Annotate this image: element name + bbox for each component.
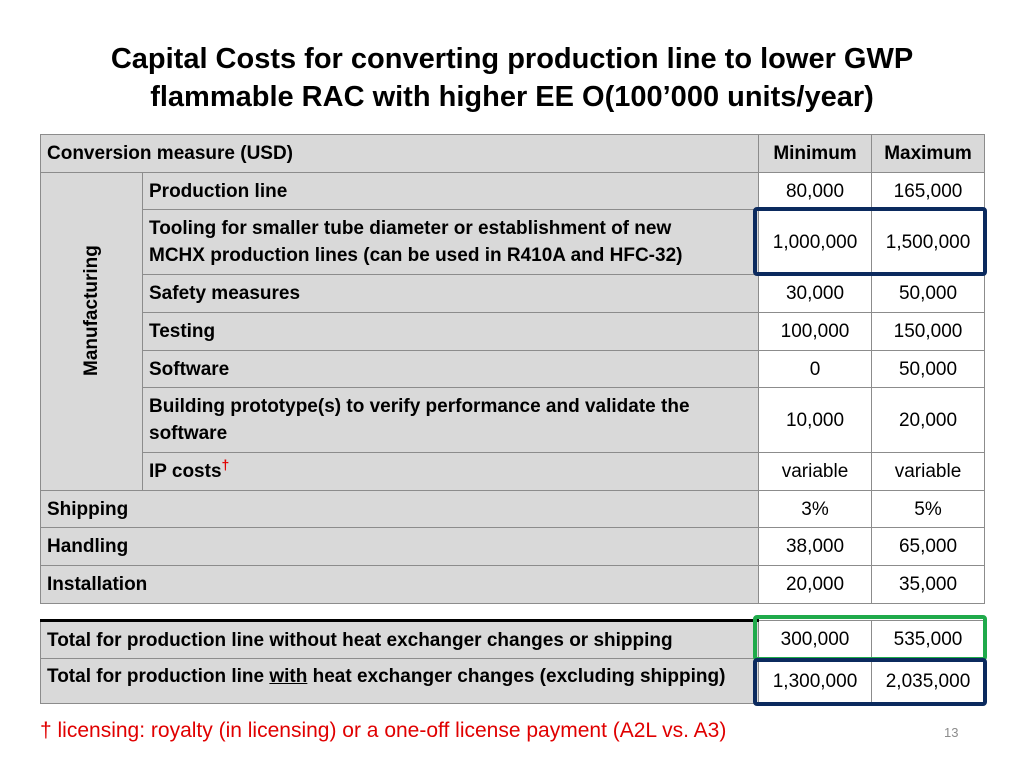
row-max: 165,000 bbox=[871, 172, 986, 210]
table-row: Safety measures 30,000 50,000 bbox=[41, 274, 986, 313]
footnote: † licensing: royalty (in licensing) or a… bbox=[40, 719, 727, 742]
row-min: 10,000 bbox=[758, 387, 873, 453]
row-label-line-1: Tooling for smaller tube diameter or est… bbox=[149, 218, 672, 239]
row-max: 20,000 bbox=[871, 387, 986, 453]
row-min: 1,000,000 bbox=[758, 209, 873, 275]
total-label-underlined: with bbox=[269, 666, 308, 687]
slide-title: Capital Costs for converting production … bbox=[60, 40, 964, 116]
table-header-row: Conversion measure (USD) Minimum Maximum bbox=[39, 134, 986, 173]
totals-table: Total for production line without heat e… bbox=[40, 619, 985, 704]
total-row: Total for production line with heat exch… bbox=[40, 658, 985, 704]
row-max: 50,000 bbox=[871, 274, 986, 313]
row-min: 80,000 bbox=[758, 172, 873, 210]
row-max: 50,000 bbox=[871, 350, 986, 388]
table-row: Handling 38,000 65,000 bbox=[39, 527, 986, 566]
row-min: 38,000 bbox=[758, 527, 873, 566]
row-label: Safety measures bbox=[141, 274, 760, 313]
row-label-line-1: Building prototype(s) to verify performa… bbox=[149, 396, 690, 417]
row-label: Software bbox=[141, 350, 760, 388]
table-row: Software 0 50,000 bbox=[41, 350, 986, 388]
table-row: Tooling for smaller tube diameter or est… bbox=[41, 209, 986, 275]
table-row: Installation 20,000 35,000 bbox=[39, 565, 986, 604]
table-row: IP costs† variable variable bbox=[41, 452, 986, 491]
page-number: 13 bbox=[944, 725, 959, 740]
row-label: Production line bbox=[141, 172, 760, 210]
row-min: variable bbox=[758, 452, 873, 491]
row-label-line-2: MCHX production lines (can be used in R4… bbox=[149, 245, 683, 266]
total-max: 535,000 bbox=[871, 620, 985, 659]
row-label: Shipping bbox=[39, 490, 760, 528]
row-min: 100,000 bbox=[758, 312, 873, 351]
row-max: 5% bbox=[871, 490, 986, 528]
manufacturing-label: Manufacturing bbox=[81, 245, 102, 376]
title-line-2: flammable RAC with higher EE O(100’000 u… bbox=[150, 81, 874, 113]
row-max: 65,000 bbox=[871, 527, 986, 566]
total-label-pre: Total for production line bbox=[47, 666, 270, 687]
title-line-1: Capital Costs for converting production … bbox=[110, 43, 914, 75]
dagger-mark: † bbox=[221, 456, 230, 473]
row-label: Tooling for smaller tube diameter or est… bbox=[141, 209, 760, 275]
ip-costs-label: IP costs bbox=[149, 461, 222, 482]
row-min: 30,000 bbox=[758, 274, 873, 313]
row-max: variable bbox=[871, 452, 986, 491]
row-min: 0 bbox=[758, 350, 873, 388]
header-minimum: Minimum bbox=[758, 134, 873, 173]
row-label: Handling bbox=[39, 527, 760, 566]
total-label: Total for production line without heat e… bbox=[40, 619, 759, 659]
table-row: Manufacturing Production line 80,000 165… bbox=[40, 172, 986, 491]
header-maximum: Maximum bbox=[871, 134, 986, 173]
table-row: Building prototype(s) to verify performa… bbox=[41, 387, 986, 453]
table-row: Shipping 3% 5% bbox=[39, 490, 986, 528]
row-label: Installation bbox=[39, 565, 760, 604]
total-label-post: heat exchanger changes (excluding shippi… bbox=[307, 666, 726, 687]
header-measure: Conversion measure (USD) bbox=[39, 134, 760, 173]
table-row: Testing 100,000 150,000 bbox=[41, 312, 986, 351]
row-label: Testing bbox=[141, 312, 760, 351]
total-label: Total for production line with heat exch… bbox=[40, 658, 759, 704]
row-min: 20,000 bbox=[758, 565, 873, 604]
total-row: Total for production line without heat e… bbox=[40, 619, 985, 659]
row-label-line-2: software bbox=[149, 423, 228, 444]
total-min: 1,300,000 bbox=[758, 658, 872, 704]
row-max: 1,500,000 bbox=[871, 209, 986, 275]
row-max: 150,000 bbox=[871, 312, 986, 351]
row-label: IP costs† bbox=[141, 452, 760, 491]
cost-table: Conversion measure (USD) Minimum Maximum… bbox=[39, 134, 986, 604]
row-label: Building prototype(s) to verify performa… bbox=[141, 387, 760, 453]
manufacturing-group-cell: Manufacturing bbox=[40, 172, 143, 491]
row-min: 3% bbox=[758, 490, 873, 528]
total-max: 2,035,000 bbox=[871, 658, 985, 704]
row-max: 35,000 bbox=[871, 565, 986, 604]
total-min: 300,000 bbox=[758, 620, 872, 659]
